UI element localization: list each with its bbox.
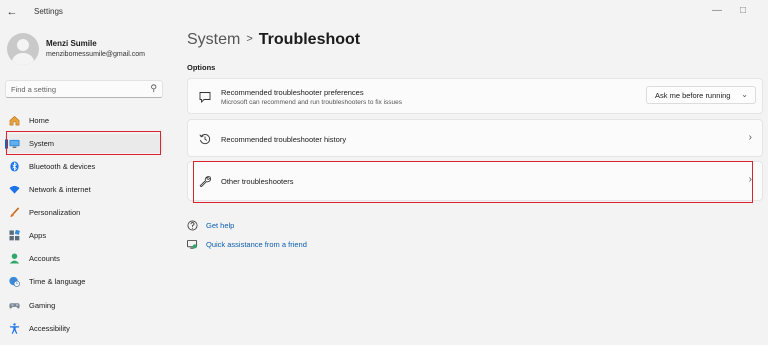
sidebar-item-label: Personalization bbox=[29, 208, 81, 217]
card-troubleshooter-history[interactable]: Recommended troubleshooter history › bbox=[187, 119, 763, 157]
brush-icon bbox=[10, 207, 20, 218]
sidebar-item-home[interactable]: Home bbox=[5, 111, 163, 130]
title-bar: ← Settings — □ bbox=[0, 0, 768, 24]
wifi-icon bbox=[9, 185, 20, 194]
sidebar-item-label: Apps bbox=[29, 231, 47, 240]
apps-icon bbox=[9, 230, 20, 241]
maximize-icon[interactable]: □ bbox=[734, 3, 752, 19]
sidebar-item-label: Time & language bbox=[29, 277, 86, 286]
sidebar-item-time-language[interactable]: Time & language bbox=[5, 272, 163, 291]
troubleshooter-preference-dropdown[interactable]: Ask me before running ⌄ bbox=[646, 86, 756, 104]
link-label: Quick assistance from a friend bbox=[206, 240, 307, 249]
search-box[interactable]: ⚲ bbox=[5, 80, 163, 98]
card-troubleshooter-preferences: Recommended troubleshooter preferences M… bbox=[187, 78, 763, 114]
breadcrumb-separator: > bbox=[246, 33, 253, 45]
sidebar-item-label: Home bbox=[29, 116, 50, 125]
avatar[interactable] bbox=[7, 33, 39, 65]
remote-assist-icon bbox=[187, 239, 198, 249]
sidebar-item-accounts[interactable]: Accounts bbox=[5, 249, 163, 268]
bluetooth-icon bbox=[10, 161, 19, 172]
card-title: Recommended troubleshooter history bbox=[221, 135, 347, 144]
sidebar-item-label: Accounts bbox=[29, 254, 60, 263]
sidebar-item-label: Bluetooth & devices bbox=[29, 162, 96, 171]
search-input[interactable] bbox=[11, 84, 141, 95]
globe-clock-icon bbox=[9, 276, 20, 287]
minimize-icon[interactable]: — bbox=[708, 3, 726, 19]
chevron-right-icon: › bbox=[748, 132, 752, 143]
history-icon bbox=[199, 134, 211, 145]
help-icon bbox=[187, 220, 198, 231]
sidebar-item-bluetooth[interactable]: Bluetooth & devices bbox=[5, 157, 163, 176]
sidebar-item-label: Network & internet bbox=[29, 185, 91, 194]
sidebar-item-personalization[interactable]: Personalization bbox=[5, 203, 163, 222]
sidebar-item-label: Accessibility bbox=[29, 324, 70, 333]
accessibility-icon bbox=[9, 323, 20, 334]
card-title: Recommended troubleshooter preferences bbox=[221, 88, 364, 97]
user-email: menzibomessumile@gmail.com bbox=[46, 51, 145, 58]
page-title: Troubleshoot bbox=[258, 31, 361, 48]
gamepad-icon bbox=[9, 303, 20, 309]
home-icon bbox=[9, 116, 20, 126]
sidebar-item-gaming[interactable]: Gaming bbox=[5, 296, 163, 315]
user-name: Menzi Sumile bbox=[46, 39, 97, 48]
chat-bubble-icon bbox=[199, 92, 211, 103]
person-icon bbox=[9, 253, 20, 264]
dropdown-value: Ask me before running bbox=[655, 91, 731, 100]
section-label: Options bbox=[187, 63, 216, 72]
highlight-box-system bbox=[6, 131, 161, 155]
sidebar-item-apps[interactable]: Apps bbox=[5, 226, 163, 245]
breadcrumb-parent[interactable]: System bbox=[187, 31, 240, 48]
back-arrow-icon[interactable]: ← bbox=[4, 4, 20, 20]
search-icon[interactable]: ⚲ bbox=[150, 83, 157, 94]
sidebar-item-label: Gaming bbox=[29, 301, 56, 310]
highlight-box-other-troubleshooters bbox=[193, 161, 753, 203]
app-title: Settings bbox=[34, 7, 63, 16]
breadcrumb: System > Troubleshoot bbox=[187, 31, 360, 49]
sidebar-item-accessibility[interactable]: Accessibility bbox=[5, 319, 163, 338]
sidebar-item-network[interactable]: Network & internet bbox=[5, 180, 163, 199]
card-description: Microsoft can recommend and run troubles… bbox=[221, 99, 403, 106]
link-label: Get help bbox=[206, 221, 235, 230]
chevron-down-icon: ⌄ bbox=[741, 90, 748, 99]
